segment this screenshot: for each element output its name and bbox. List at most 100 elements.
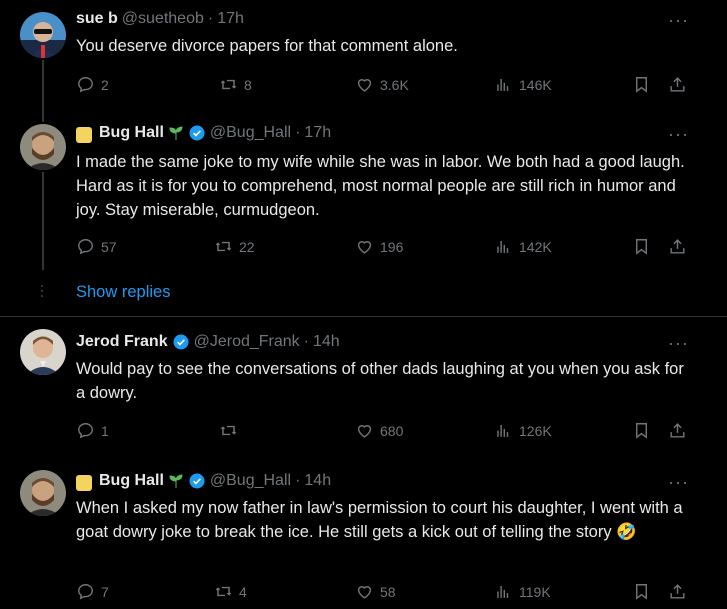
repost-button[interactable]: 4 — [214, 582, 247, 601]
heart-icon — [357, 425, 372, 438]
views-icon — [497, 424, 509, 437]
post-header: Bug Hall @Bug_Hall · 17h — [76, 124, 331, 143]
bookmark-button[interactable] — [632, 237, 651, 256]
username[interactable]: @suetheob — [122, 10, 204, 28]
post[interactable]: Jerod Frank @Jerod_Frank · 14h ··· Would… — [0, 317, 727, 457]
like-button[interactable]: 680 — [355, 421, 403, 440]
views-icon — [497, 240, 509, 253]
reply-button[interactable]: 1 — [76, 421, 109, 440]
bookmark-button[interactable] — [632, 582, 651, 601]
display-name[interactable]: Bug Hall — [99, 124, 164, 142]
post[interactable]: Bug Hall @Bug_Hall · 14h ··· When I aske… — [0, 460, 727, 609]
views-icon — [497, 585, 509, 598]
post-header: Jerod Frank @Jerod_Frank · 14h — [76, 333, 340, 351]
reply-button[interactable]: 2 — [76, 75, 109, 94]
verified-badge-icon — [173, 334, 189, 350]
post-text: I made the same joke to my wife while sh… — [76, 153, 685, 219]
share-icon — [670, 77, 685, 92]
repost-count: 8 — [244, 76, 252, 93]
sprout-icon — [169, 474, 183, 488]
timestamp[interactable]: 17h — [217, 10, 244, 28]
action-bar: 7 4 58 119K — [76, 582, 688, 604]
action-bar: 57 22 196 142K — [76, 237, 688, 259]
reply-count: 7 — [101, 583, 109, 600]
repost-icon — [220, 79, 237, 90]
display-name[interactable]: sue b — [76, 10, 118, 28]
bookmark-icon — [636, 239, 647, 255]
post-text: Would pay to see the conversations of ot… — [76, 360, 684, 402]
repost-button[interactable] — [219, 421, 244, 440]
flag-badge-icon — [76, 127, 92, 143]
bookmark-button[interactable] — [632, 421, 651, 440]
repost-count: 22 — [239, 238, 255, 255]
verified-badge-icon — [189, 125, 205, 141]
bookmark-icon — [636, 77, 647, 93]
post[interactable]: Bug Hall @Bug_Hall · 17h ··· I made the … — [0, 112, 727, 282]
share-button[interactable] — [668, 421, 687, 440]
like-button[interactable]: 3.6K — [355, 75, 409, 94]
sprout-icon — [169, 126, 183, 140]
avatar[interactable] — [20, 12, 66, 58]
share-icon — [670, 239, 685, 254]
separator-dot: · — [303, 333, 309, 350]
more-options-icon[interactable]: ··· — [668, 10, 689, 31]
more-options-icon[interactable]: ··· — [668, 472, 689, 493]
username[interactable]: @Jerod_Frank — [194, 333, 300, 351]
avatar[interactable] — [20, 470, 66, 516]
views-count: 126K — [519, 422, 552, 439]
share-button[interactable] — [668, 237, 687, 256]
repost-icon — [215, 241, 232, 252]
share-icon — [670, 423, 685, 438]
share-icon — [670, 584, 685, 599]
more-options-icon[interactable]: ··· — [668, 124, 689, 145]
timestamp[interactable]: 14h — [304, 472, 331, 490]
share-button[interactable] — [668, 582, 687, 601]
separator-dot: · — [207, 10, 214, 27]
views-button[interactable]: 142K — [494, 237, 552, 256]
bookmark-button[interactable] — [632, 75, 651, 94]
repost-button[interactable]: 22 — [214, 237, 255, 256]
action-bar: 1 680 126K — [76, 421, 688, 443]
username[interactable]: @Bug_Hall — [210, 472, 291, 490]
views-button[interactable]: 146K — [494, 75, 552, 94]
reply-icon — [78, 423, 93, 439]
views-count: 146K — [519, 76, 552, 93]
timestamp[interactable]: 17h — [304, 124, 331, 142]
share-button[interactable] — [668, 75, 687, 94]
views-button[interactable]: 119K — [494, 582, 551, 601]
reply-button[interactable]: 7 — [76, 582, 109, 601]
avatar[interactable] — [20, 124, 66, 170]
reply-count: 2 — [101, 76, 109, 93]
flag-badge-icon — [76, 475, 92, 491]
display-name[interactable]: Bug Hall — [99, 472, 164, 490]
reply-button[interactable]: 57 — [76, 237, 117, 256]
repost-count: 4 — [239, 583, 247, 600]
repost-button[interactable]: 8 — [219, 75, 252, 94]
views-count: 119K — [519, 583, 551, 600]
thread-dots — [41, 282, 45, 300]
reply-count: 1 — [101, 422, 109, 439]
bookmark-icon — [636, 584, 647, 600]
bookmark-icon — [636, 423, 647, 439]
like-button[interactable]: 58 — [355, 582, 396, 601]
reply-count: 57 — [101, 238, 117, 255]
post[interactable]: sue b @suetheob · 17h ··· You deserve di… — [0, 0, 727, 110]
display-name[interactable]: Jerod Frank — [76, 333, 168, 351]
action-bar: 2 8 3.6K 146K — [76, 75, 688, 97]
show-replies-link[interactable]: Show replies — [76, 283, 170, 302]
avatar[interactable] — [20, 329, 66, 375]
post-header: sue b @suetheob · 17h — [76, 10, 244, 28]
timestamp[interactable]: 14h — [313, 333, 340, 351]
repost-icon — [220, 425, 237, 436]
more-options-icon[interactable]: ··· — [668, 333, 689, 354]
reply-icon — [78, 239, 93, 255]
reply-icon — [78, 584, 93, 600]
heart-icon — [357, 79, 372, 92]
like-count: 196 — [380, 238, 404, 255]
like-count: 680 — [380, 422, 404, 439]
like-button[interactable]: 196 — [355, 237, 403, 256]
post-text: When I asked my now father in law's perm… — [76, 499, 683, 541]
views-button[interactable]: 126K — [494, 421, 552, 440]
views-count: 142K — [519, 238, 552, 255]
username[interactable]: @Bug_Hall — [210, 124, 291, 142]
